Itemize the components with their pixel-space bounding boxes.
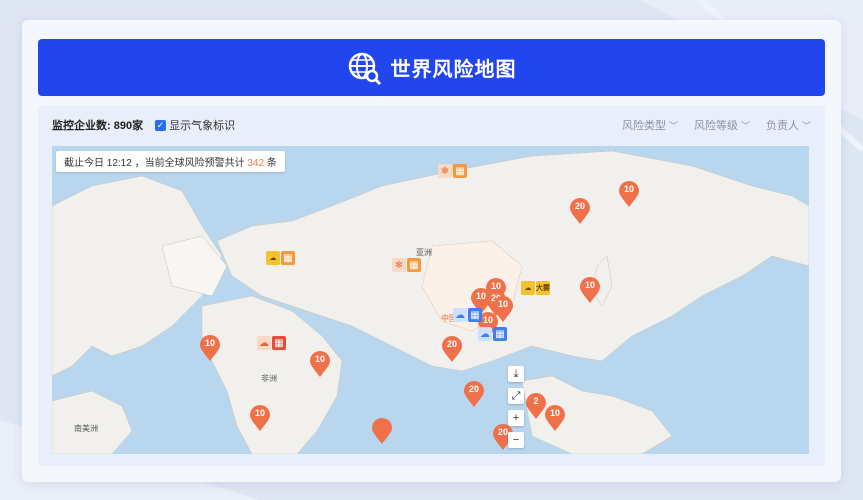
risk-pin[interactable]: 10 bbox=[310, 351, 330, 377]
map-label-africa: 非洲 bbox=[261, 374, 277, 383]
snow-warning-icon[interactable]: ❄ bbox=[392, 258, 406, 272]
risk-pin-count: 10 bbox=[204, 338, 215, 348]
risk-pin[interactable]: 20 bbox=[442, 336, 462, 362]
risk-pin-count: 20 bbox=[468, 384, 479, 394]
toolbar: 监控企业数: 890家 ✓ 显示气象标识 风险类型 ﹀ 风险等级 ﹀ 负责人 ﹀ bbox=[52, 114, 811, 136]
wind-warning-icon[interactable]: ☁ bbox=[478, 327, 492, 341]
map-label-asia: 亚洲 bbox=[416, 248, 432, 257]
alert-summary-suffix: 条 bbox=[264, 158, 277, 169]
chevron-down-icon: ﹀ bbox=[668, 121, 678, 131]
alert-summary-prefix: 截止今日 12:12 ，当前全球风险预警共计 bbox=[64, 158, 248, 169]
warning-badge-icon[interactable]: ▦ bbox=[272, 336, 286, 350]
risk-pin-count: 10 bbox=[254, 408, 265, 418]
world-map[interactable]: 截止今日 12:12 ，当前全球风险预警共计 342 条 亚洲 非洲 南美洲 中… bbox=[52, 146, 809, 454]
show-weather-checkbox[interactable]: ✓ 显示气象标识 bbox=[155, 117, 235, 133]
risk-pin-count: 20 bbox=[446, 339, 457, 349]
risk-pin[interactable]: 20 bbox=[570, 198, 590, 224]
owner-label: 负责人 bbox=[765, 120, 799, 132]
risk-pin-count: 10 bbox=[584, 280, 595, 290]
warning-badge-icon[interactable]: ▦ bbox=[281, 251, 295, 265]
risk-pin-count: 10 bbox=[314, 354, 325, 364]
zoom-in-button[interactable]: + bbox=[508, 410, 524, 426]
risk-map-card: 世界风险地图 监控企业数: 890家 ✓ 显示气象标识 风险类型 ﹀ 风险等级 ﹀ … bbox=[22, 20, 841, 482]
risk-pin[interactable]: 10 bbox=[580, 277, 600, 303]
warning-badge-icon[interactable]: ▦ bbox=[493, 327, 507, 341]
risk-pin-count: 2 bbox=[533, 396, 539, 406]
risk-pin[interactable]: 10 bbox=[545, 405, 565, 431]
fog-warning-icon[interactable]: ☁ bbox=[266, 251, 280, 265]
chevron-down-icon: ﹀ bbox=[801, 121, 811, 131]
zoom-out-button[interactable]: − bbox=[508, 432, 524, 448]
risk-pin[interactable]: 10 bbox=[200, 335, 220, 361]
risk-type-label: 风险类型 bbox=[621, 120, 666, 132]
monitor-count: 监控企业数: 890家 bbox=[52, 120, 144, 132]
checkbox-checked-icon[interactable]: ✓ bbox=[155, 119, 167, 131]
download-icon[interactable]: ⤓ bbox=[508, 366, 524, 382]
show-weather-label: 显示气象标识 bbox=[169, 120, 236, 132]
risk-pin-count: 10 bbox=[497, 299, 508, 309]
risk-pin[interactable]: 2 bbox=[526, 393, 546, 419]
alert-count: 342 bbox=[247, 158, 265, 169]
map-label-south-america: 南美洲 bbox=[74, 424, 98, 433]
storm-warning-icon[interactable]: ☁ bbox=[257, 336, 271, 350]
warning-badge-icon[interactable]: ▦ bbox=[407, 258, 421, 272]
owner-dropdown[interactable]: 负责人 ﹀ bbox=[766, 117, 811, 133]
risk-pin[interactable]: 10 bbox=[250, 405, 270, 431]
map-land bbox=[52, 150, 809, 454]
wind-warning-icon[interactable]: ☁ bbox=[453, 308, 467, 322]
risk-pin-count: 10 bbox=[623, 184, 634, 194]
fullscreen-icon[interactable]: ⤢ bbox=[508, 388, 524, 404]
map-panel: 监控企业数: 890家 ✓ 显示气象标识 风险类型﹀ 风险等级﹀ 负责人﹀ bbox=[38, 106, 825, 466]
risk-pin-count: 20 bbox=[574, 201, 585, 211]
chevron-down-icon: ﹀ bbox=[740, 121, 750, 131]
risk-level-label: 风险等级 bbox=[693, 120, 738, 132]
warning-badge-icon[interactable]: ▦ bbox=[453, 164, 467, 178]
risk-type-dropdown[interactable]: 风险类型 ﹀ bbox=[622, 117, 678, 133]
risk-level-dropdown[interactable]: 风险等级 ﹀ bbox=[694, 117, 750, 133]
snow-warning-icon[interactable]: ❄ bbox=[438, 164, 452, 178]
risk-pin[interactable]: 20 bbox=[464, 381, 484, 407]
filter-group: 风险类型 ﹀ 风险等级 ﹀ 负责人 ﹀ bbox=[622, 117, 811, 133]
globe-search-icon bbox=[348, 52, 381, 85]
map-controls: ⤓ ⤢ + − bbox=[508, 366, 524, 448]
warning-badge-icon[interactable]: ▦ bbox=[468, 308, 482, 322]
title-bar: 世界风险地图 bbox=[38, 39, 825, 96]
fog-warning-icon[interactable]: ☁ bbox=[521, 281, 535, 295]
risk-pin[interactable] bbox=[372, 418, 392, 444]
risk-pin[interactable]: 10 bbox=[619, 181, 639, 207]
risk-pin-count: 10 bbox=[549, 408, 560, 418]
alert-summary: 截止今日 12:12 ，当前全球风险预警共计 342 条 bbox=[56, 151, 285, 172]
fog-badge[interactable]: 大雾 bbox=[536, 281, 550, 295]
page-title: 世界风险地图 bbox=[390, 59, 517, 81]
